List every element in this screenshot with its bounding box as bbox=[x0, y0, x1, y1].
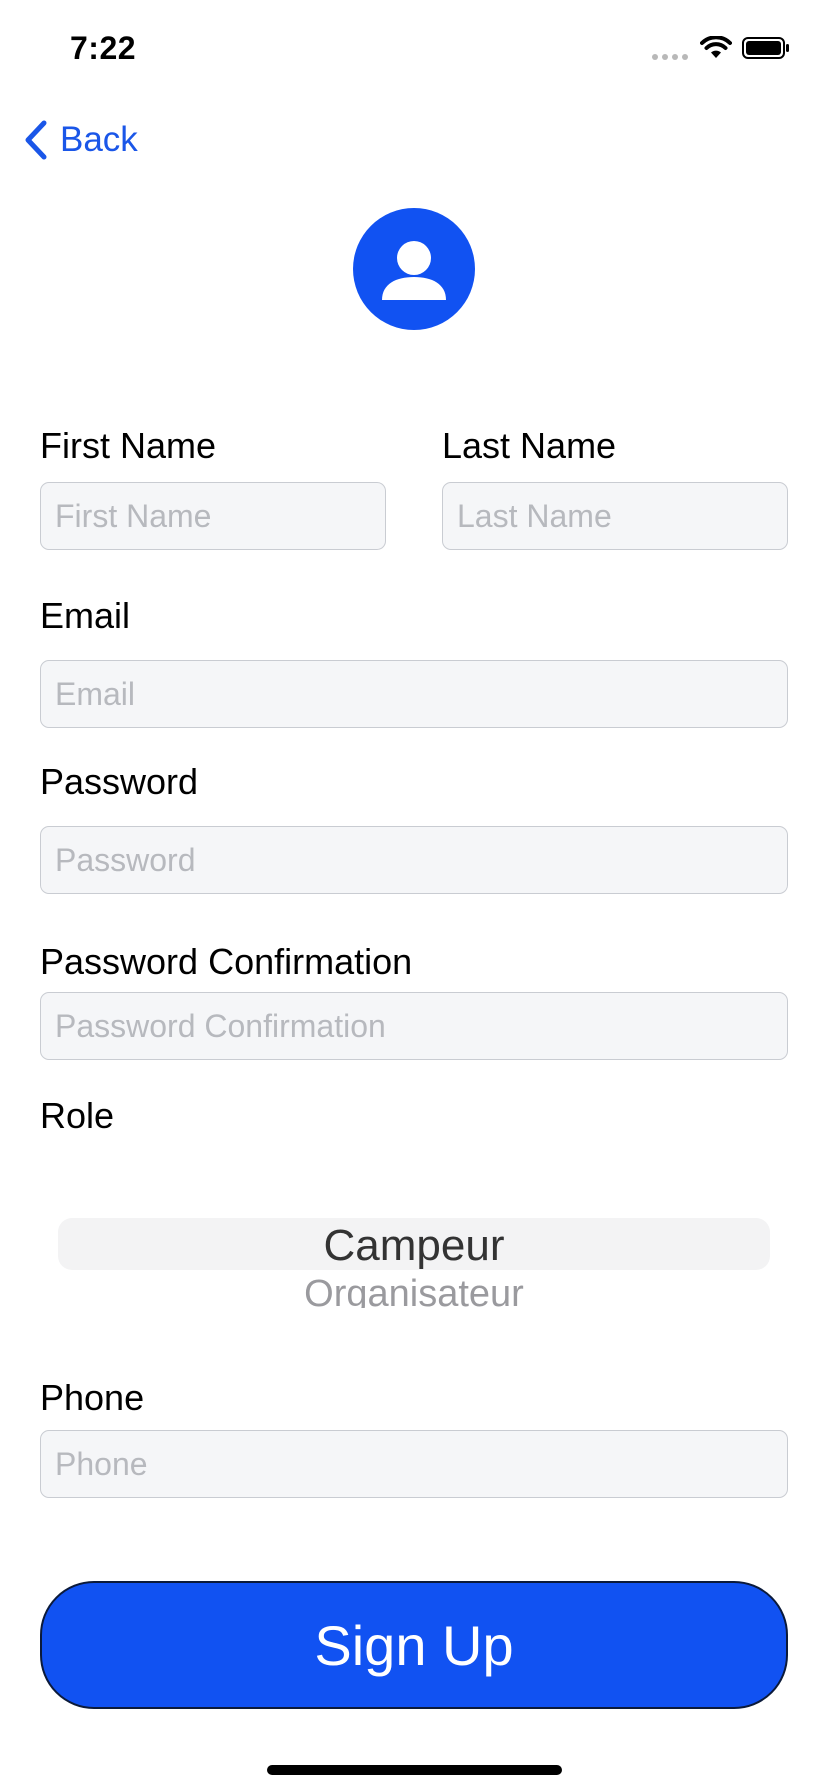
role-picker-next-wrap: Organisateur bbox=[0, 1272, 828, 1308]
email-input[interactable] bbox=[40, 660, 788, 728]
status-bar: 7:22 bbox=[0, 0, 828, 96]
password-confirmation-input[interactable] bbox=[40, 992, 788, 1060]
email-label: Email bbox=[40, 595, 131, 636]
person-icon bbox=[382, 241, 446, 300]
phone-label: Phone bbox=[40, 1377, 145, 1418]
last-name-input[interactable] bbox=[442, 482, 788, 550]
role-picker-next-option[interactable]: Organisateur bbox=[0, 1272, 828, 1308]
first-name-label: First Name bbox=[40, 425, 217, 466]
password-confirmation-label: Password Confirmation bbox=[40, 941, 413, 982]
phone-input[interactable] bbox=[40, 1430, 788, 1498]
last-name-label: Last Name bbox=[442, 425, 617, 466]
wifi-icon bbox=[700, 36, 732, 58]
battery-icon bbox=[742, 37, 789, 59]
avatar bbox=[353, 208, 475, 330]
signal-dots-icon bbox=[652, 54, 688, 60]
chevron-left-icon bbox=[25, 120, 47, 160]
home-indicator bbox=[267, 1765, 562, 1775]
role-label: Role bbox=[40, 1095, 115, 1136]
back-label: Back bbox=[60, 120, 138, 159]
back-button[interactable]: Back bbox=[24, 118, 138, 162]
first-name-input[interactable] bbox=[40, 482, 386, 550]
role-picker-selected[interactable]: Campeur bbox=[0, 1220, 828, 1272]
status-time: 7:22 bbox=[70, 30, 137, 66]
password-label: Password bbox=[40, 761, 199, 802]
sign-up-button[interactable]: Sign Up bbox=[40, 1581, 788, 1709]
password-input[interactable] bbox=[40, 826, 788, 894]
